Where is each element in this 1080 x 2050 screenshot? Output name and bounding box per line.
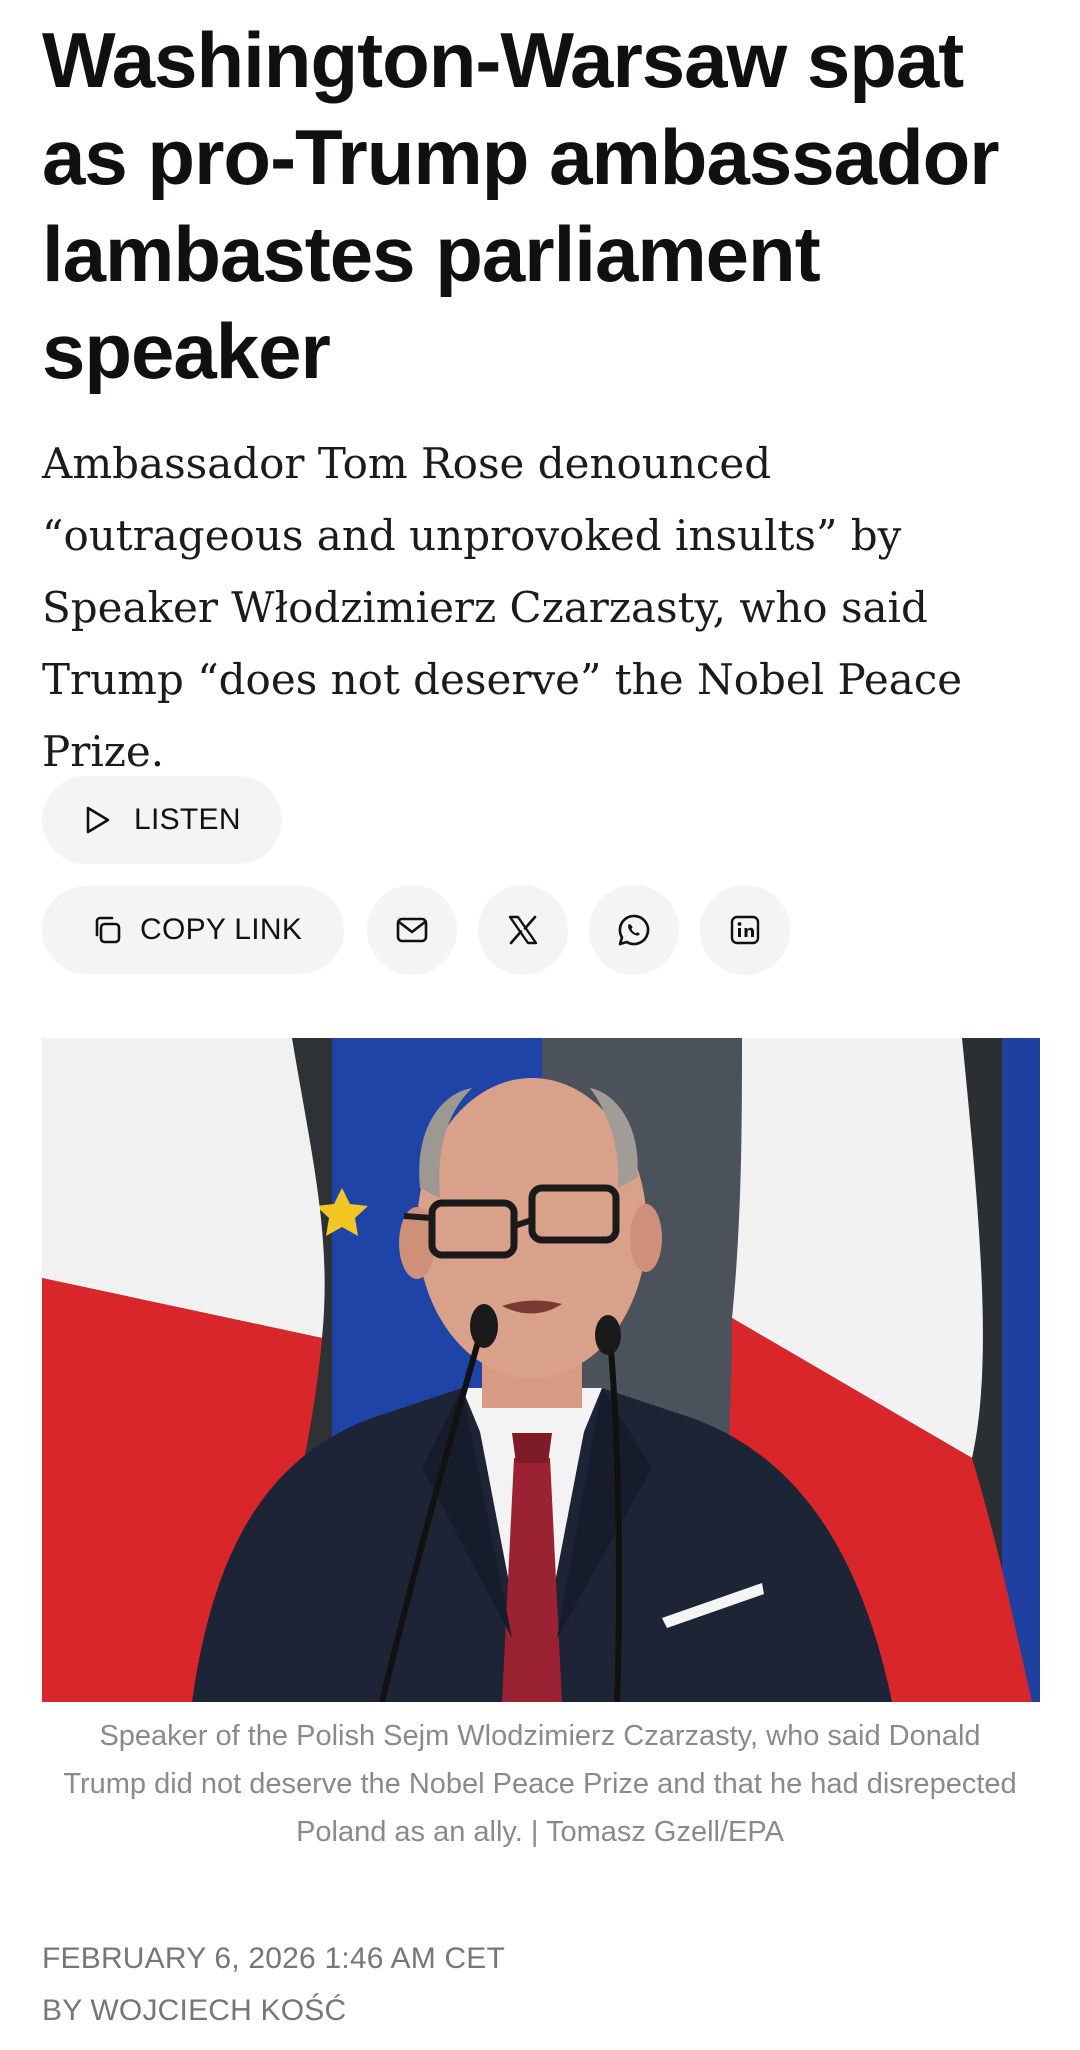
share-whatsapp-button[interactable]	[589, 885, 679, 975]
article-dek: Ambassador Tom Rose denounced “outrageou…	[42, 439, 963, 776]
x-icon	[507, 915, 539, 945]
publish-date: FEBRUARY 6, 2026 1:46 AM CET	[42, 1942, 506, 1975]
article-headline: Washington-Warsaw spat as pro-Trump amba…	[42, 16, 1000, 395]
copy-link-label: COPY LINK	[140, 913, 303, 946]
share-x-button[interactable]	[478, 885, 568, 975]
article-photo	[42, 1038, 1040, 1702]
linkedin-icon	[729, 914, 761, 946]
listen-label: LISTEN	[134, 803, 241, 836]
whatsapp-icon	[616, 912, 652, 948]
share-linkedin-button[interactable]	[700, 885, 790, 975]
play-icon	[82, 805, 112, 835]
photo-caption: Speaker of the Polish Sejm Wlodzimierz C…	[63, 1720, 1017, 1848]
author-byline[interactable]: BY WOJCIECH KOŚĆ	[42, 1994, 346, 2028]
copy-link-button[interactable]: COPY LINK	[42, 886, 344, 974]
copy-icon	[90, 913, 124, 947]
mail-icon	[395, 915, 429, 945]
article-page: Washington-Warsaw spat as pro-Trump amba…	[0, 0, 1080, 2050]
share-email-button[interactable]	[367, 885, 457, 975]
listen-button[interactable]: LISTEN	[42, 776, 282, 864]
